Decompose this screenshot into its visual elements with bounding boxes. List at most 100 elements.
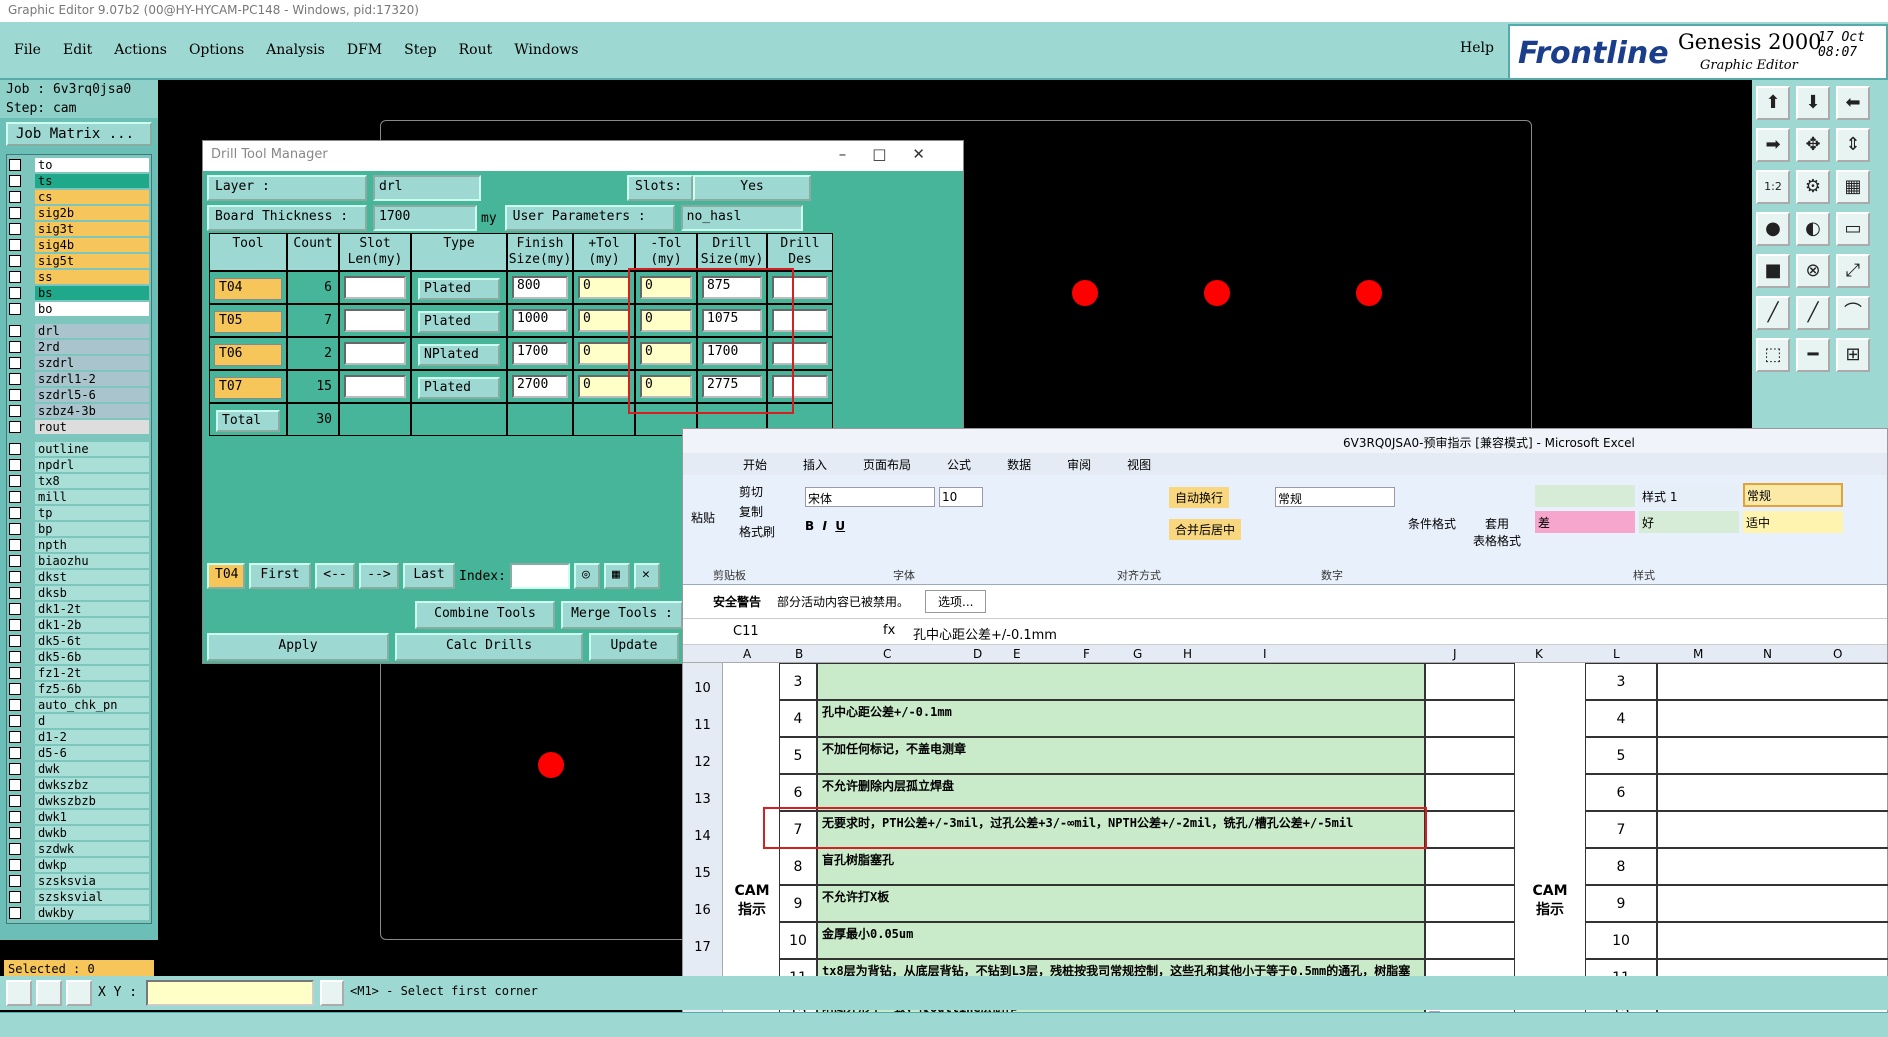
column-letter[interactable]: G [1133, 647, 1142, 661]
layer-toggle-icon[interactable] [9, 191, 21, 203]
item-number-right[interactable]: 6 [1585, 774, 1657, 811]
layer-toggle-icon[interactable] [9, 159, 21, 171]
column-letter[interactable]: E [1013, 647, 1021, 661]
style-good[interactable]: 好 [1639, 511, 1739, 533]
finish-input[interactable]: 1700 [512, 342, 568, 365]
layer-toggle-icon[interactable] [9, 635, 21, 647]
layer-row[interactable]: auto_chk_pn [9, 697, 149, 713]
column-letter[interactable]: K [1535, 647, 1543, 661]
ref-cell[interactable] [1425, 922, 1515, 959]
empty-cell[interactable] [1657, 885, 1888, 922]
menu-analysis[interactable]: Analysis [266, 42, 325, 58]
slot-input[interactable] [344, 309, 406, 332]
empty-cell[interactable] [1657, 700, 1888, 737]
layer-row[interactable]: sig3t [9, 221, 149, 237]
column-letter[interactable]: M [1693, 647, 1703, 661]
ref-cell[interactable] [1425, 663, 1515, 700]
layer-row[interactable]: to [9, 157, 149, 173]
ref-cell[interactable] [1425, 700, 1515, 737]
ribbon-tab[interactable]: 插入 [803, 456, 827, 473]
row-number[interactable]: 16 [683, 885, 723, 922]
layer-row[interactable]: rout [9, 419, 149, 435]
layer-toggle-icon[interactable] [9, 459, 21, 471]
layer-toggle-icon[interactable] [9, 341, 21, 353]
settings-icon[interactable]: ⚙ [1796, 170, 1830, 204]
ptol-input[interactable]: 0 [578, 309, 630, 332]
layer-row[interactable]: d5-6 [9, 745, 149, 761]
flip-icon[interactable]: ⇕ [1836, 128, 1870, 162]
layer-row[interactable]: mill [9, 489, 149, 505]
menu-help[interactable]: Help [1460, 40, 1494, 56]
instruction-cell[interactable]: 不允许删除内层孤立焊盘 [817, 774, 1425, 811]
column-letter[interactable]: F [1083, 647, 1090, 661]
layer-toggle-icon[interactable] [9, 325, 21, 337]
layer-toggle-icon[interactable] [9, 747, 21, 759]
layer-row[interactable]: dk5-6t [9, 633, 149, 649]
slots-select[interactable]: Yes [693, 175, 811, 201]
zoom-icon[interactable] [6, 980, 32, 1006]
job-matrix-button[interactable]: Job Matrix ... [6, 122, 152, 146]
layer-row[interactable]: szbz4-3b [9, 403, 149, 419]
empty-cell[interactable] [1657, 811, 1888, 848]
row-number[interactable]: 10 [683, 663, 723, 700]
layer-toggle-icon[interactable] [9, 271, 21, 283]
layer-row[interactable]: dk1-2b [9, 617, 149, 633]
menu-actions[interactable]: Actions [114, 42, 167, 58]
tool-id[interactable]: T06 [214, 344, 282, 366]
layer-toggle-icon[interactable] [9, 223, 21, 235]
grid-icon[interactable]: ▦ [1836, 170, 1870, 204]
column-letter[interactable]: J [1453, 647, 1457, 661]
row-number[interactable]: 14 [683, 811, 723, 848]
circle-icon[interactable]: ◐ [1796, 212, 1830, 246]
layer-toggle-icon[interactable] [9, 859, 21, 871]
layer-row[interactable]: bo [9, 301, 149, 317]
ref-cell[interactable] [1425, 848, 1515, 885]
paste-button[interactable]: 粘贴 [691, 509, 715, 526]
instruction-cell[interactable]: 不加任何标记，不盖电测章 [817, 737, 1425, 774]
calc-drills-button[interactable]: Calc Drills [395, 633, 583, 661]
ref-cell[interactable] [1425, 774, 1515, 811]
xy-input[interactable] [146, 980, 314, 1006]
menu-dfm[interactable]: DFM [347, 42, 382, 58]
row-number[interactable]: 13 [683, 774, 723, 811]
style-normal[interactable]: 常规 [1743, 483, 1843, 507]
style-1[interactable]: 样式 1 [1639, 485, 1739, 507]
layer-row[interactable]: npth [9, 537, 149, 553]
layer-row[interactable]: tx8 [9, 473, 149, 489]
row-number[interactable]: 17 [683, 922, 723, 959]
formula-input[interactable]: 孔中心距公差+/-0.1mm [913, 624, 1057, 643]
column-letter[interactable]: H [1183, 647, 1192, 661]
layer-toggle-icon[interactable] [9, 555, 21, 567]
layer-toggle-icon[interactable] [9, 667, 21, 679]
info-icon[interactable] [320, 980, 344, 1006]
layer-toggle-icon[interactable] [9, 891, 21, 903]
ribbon-tab[interactable]: 页面布局 [863, 456, 911, 473]
menu-windows[interactable]: Windows [514, 42, 578, 58]
layer-toggle-icon[interactable] [9, 619, 21, 631]
font-size-select[interactable]: 10 [939, 487, 983, 507]
name-box[interactable]: C11 [733, 624, 759, 639]
ribbon-tab[interactable]: 审阅 [1067, 456, 1091, 473]
rect-icon[interactable]: ▭ [1836, 212, 1870, 246]
item-number[interactable]: 4 [779, 700, 817, 737]
layer-toggle-icon[interactable] [9, 405, 21, 417]
layer-row[interactable]: outline [9, 441, 149, 457]
layer-toggle-icon[interactable] [9, 843, 21, 855]
row-number[interactable]: 12 [683, 737, 723, 774]
layer-toggle-icon[interactable] [9, 443, 21, 455]
layer-toggle-icon[interactable] [9, 763, 21, 775]
column-letter[interactable]: L [1613, 647, 1620, 661]
instruction-cell[interactable]: 孔中心距公差+/-0.1mm [817, 700, 1425, 737]
combine-tools-button[interactable]: Combine Tools [415, 601, 555, 629]
copy-button[interactable]: 复制 [739, 503, 763, 520]
layer-toggle-icon[interactable] [9, 651, 21, 663]
ribbon-tab[interactable]: 公式 [947, 456, 971, 473]
menu-rout[interactable]: Rout [459, 42, 493, 58]
layer-row[interactable]: dwkszbz [9, 777, 149, 793]
slot-input[interactable] [344, 375, 406, 398]
layer-row[interactable]: sig5t [9, 253, 149, 269]
arc-line-icon[interactable]: ╱ [1796, 296, 1830, 330]
column-letter[interactable]: I [1263, 647, 1267, 661]
layer-row[interactable]: ss [9, 269, 149, 285]
layer-row[interactable]: fz5-6b [9, 681, 149, 697]
